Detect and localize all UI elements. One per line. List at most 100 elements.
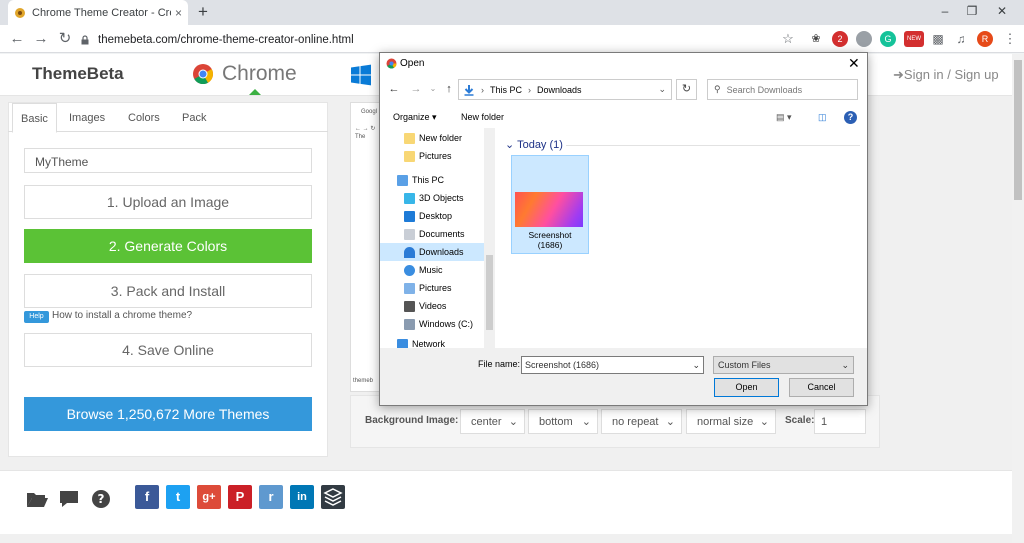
tab-pack[interactable]: Pack	[182, 112, 206, 124]
chevron-down-icon: ⌄	[505, 139, 515, 151]
downloads-icon	[404, 246, 415, 258]
new-folder-button[interactable]: New folder	[461, 112, 504, 122]
downloads-arrow-icon	[464, 84, 474, 96]
nav-item-new-folder[interactable]: New folder	[380, 129, 484, 147]
bg-position-x-select[interactable]: center ⌄	[460, 409, 525, 434]
chrome-logo-icon	[193, 64, 214, 85]
help-link[interactable]: How to install a chrome theme?	[52, 310, 192, 321]
pinterest-share-icon[interactable]: P	[228, 485, 252, 509]
file-type-select[interactable]: Custom Files ⌄	[713, 356, 854, 374]
recent-locations-icon[interactable]: ⌄	[426, 82, 440, 96]
window-close-icon[interactable]: ✕	[992, 4, 1012, 18]
menu-kebab-icon[interactable]: ⋮	[1002, 31, 1018, 47]
bg-size-select[interactable]: normal size ⌄	[686, 409, 776, 434]
nav-item-videos[interactable]: Videos	[380, 297, 484, 315]
profile-avatar[interactable]: R	[977, 31, 993, 47]
extension-bird-icon[interactable]: ❀	[808, 31, 824, 47]
new-tab-button[interactable]: +	[194, 3, 212, 21]
reload-icon[interactable]: ↻	[56, 30, 74, 48]
nav-item-documents[interactable]: Documents	[380, 225, 484, 243]
pack-install-button[interactable]: 3. Pack and Install	[24, 274, 312, 308]
dialog-refresh-icon[interactable]: ↻	[676, 79, 697, 100]
dialog-search-input[interactable]: ⚲ Search Downloads	[707, 79, 858, 100]
facebook-share-icon[interactable]: f	[135, 485, 159, 509]
bg-repeat-select[interactable]: no repeat ⌄	[601, 409, 682, 434]
open-button[interactable]: Open	[714, 378, 779, 397]
minimize-icon[interactable]: –	[935, 4, 955, 18]
windows-logo-icon[interactable]	[350, 64, 372, 86]
chevron-down-icon[interactable]: ⌄	[658, 84, 666, 95]
dialog-back-icon[interactable]: ←	[387, 82, 401, 96]
nav-item-3d-objects[interactable]: 3D Objects	[380, 189, 484, 207]
extension-badge-icon[interactable]: 2	[832, 31, 848, 47]
up-folder-icon[interactable]: ↑	[442, 82, 456, 96]
dialog-close-icon[interactable]: ✕	[848, 55, 860, 72]
grammarly-icon[interactable]: G	[880, 31, 896, 47]
3d-objects-icon	[404, 192, 415, 204]
videos-icon	[404, 300, 415, 312]
tab-colors[interactable]: Colors	[128, 112, 160, 124]
nav-item-pictures-quick[interactable]: Pictures	[380, 147, 484, 165]
buffer-share-icon[interactable]	[321, 485, 345, 509]
help-question-icon[interactable]: ?	[90, 488, 112, 510]
cancel-button[interactable]: Cancel	[789, 378, 854, 397]
background-image-label: Background Image:	[365, 415, 459, 426]
maximize-icon[interactable]: ❐	[962, 4, 982, 18]
organize-menu[interactable]: Organize ▾	[393, 112, 437, 123]
googleplus-share-icon[interactable]: g+	[197, 485, 221, 509]
bg-position-y-select[interactable]: bottom ⌄	[528, 409, 598, 434]
dialog-help-icon[interactable]: ?	[844, 111, 857, 124]
documents-icon	[404, 228, 415, 240]
chrome-nav-label[interactable]: Chrome	[222, 62, 297, 86]
breadcrumb-this-pc[interactable]: This PC	[490, 85, 522, 95]
breadcrumb-downloads[interactable]: Downloads	[537, 85, 582, 95]
extensions-puzzle-icon[interactable]: ▩	[930, 31, 946, 47]
scale-input[interactable]: 1	[814, 409, 866, 434]
nav-pane-scrollbar-thumb[interactable]	[486, 255, 493, 330]
back-icon[interactable]: ←	[8, 30, 26, 48]
site-brand[interactable]: ThemeBeta	[32, 64, 124, 84]
tab-basic[interactable]: Basic	[12, 103, 57, 133]
bookmark-star-icon[interactable]: ☆	[780, 31, 796, 47]
tab-images[interactable]: Images	[69, 112, 105, 124]
svg-text:?: ?	[98, 492, 105, 506]
file-name-input[interactable]: Screenshot (1686) ⌄	[521, 356, 704, 374]
folder-open-icon[interactable]	[26, 488, 48, 510]
view-options-icon[interactable]: ▤ ▾	[776, 112, 792, 123]
nav-item-downloads[interactable]: Downloads	[380, 243, 484, 261]
media-control-icon[interactable]: ♫	[953, 31, 969, 47]
theme-name-input[interactable]: MyTheme	[24, 148, 312, 173]
scale-label: Scale:	[785, 415, 815, 426]
reddit-share-icon[interactable]: r	[259, 485, 283, 509]
forward-icon[interactable]: →	[32, 30, 50, 48]
browser-tab[interactable]: Chrome Theme Creator - Create ×	[8, 0, 188, 25]
preview-pane-icon[interactable]: ◫	[818, 112, 827, 123]
upload-image-button[interactable]: 1. Upload an Image	[24, 185, 312, 219]
chevron-down-icon: ⌄	[665, 416, 675, 428]
nav-item-music[interactable]: Music	[380, 261, 484, 279]
signin-link[interactable]: ➜Sign in / Sign up	[893, 67, 999, 83]
chevron-down-icon[interactable]: ⌄	[692, 360, 700, 371]
nav-item-desktop[interactable]: Desktop	[380, 207, 484, 225]
nav-item-network[interactable]: Network	[380, 339, 484, 348]
tab-close-icon[interactable]: ×	[175, 6, 182, 20]
nav-item-this-pc[interactable]: This PC	[380, 171, 484, 189]
nav-item-pictures[interactable]: Pictures	[380, 279, 484, 297]
dialog-address-bar[interactable]: › This PC › Downloads ⌄	[458, 79, 672, 100]
dialog-forward-icon[interactable]: →	[409, 82, 423, 96]
nav-item-windows-c[interactable]: Windows (C:)	[380, 315, 484, 333]
comment-icon[interactable]	[58, 488, 80, 510]
linkedin-share-icon[interactable]: in	[290, 485, 314, 509]
page-scrollbar-thumb[interactable]	[1014, 60, 1022, 200]
twitter-share-icon[interactable]: t	[166, 485, 190, 509]
preview-footer-text: themeb	[353, 378, 374, 384]
extension-compass-icon[interactable]	[856, 31, 872, 47]
group-header-today[interactable]: ⌄ Today (1)	[505, 138, 563, 151]
extension-new-icon[interactable]: NEW	[904, 31, 924, 47]
save-online-button[interactable]: 4. Save Online	[24, 333, 312, 367]
folder-icon	[404, 132, 415, 144]
generate-colors-button[interactable]: 2. Generate Colors	[24, 229, 312, 263]
browse-themes-button[interactable]: Browse 1,250,672 More Themes	[24, 397, 312, 431]
address-bar[interactable]: themebeta.com/chrome-theme-creator-onlin…	[80, 29, 800, 50]
help-badge: Help	[24, 311, 49, 323]
